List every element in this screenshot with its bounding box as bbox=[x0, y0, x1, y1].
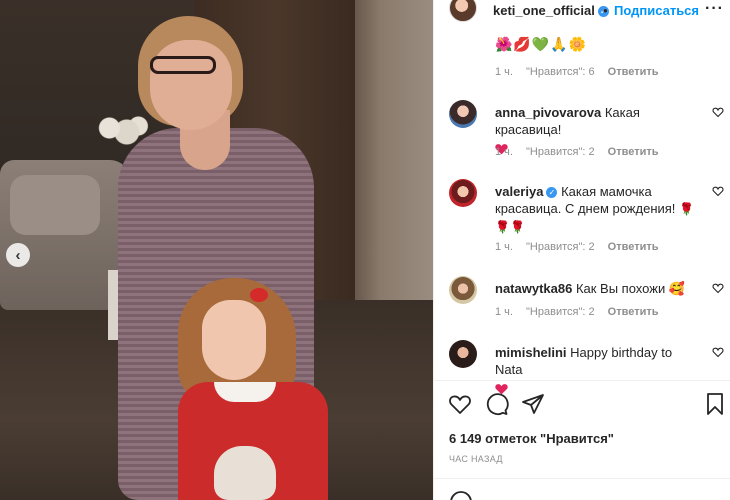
comment-reply-button[interactable]: Ответить bbox=[608, 306, 659, 318]
comment-reply-button[interactable]: Ответить bbox=[608, 241, 659, 253]
comment-likes[interactable]: "Нравится": 2 bbox=[526, 146, 595, 158]
header-separator: • bbox=[603, 3, 608, 18]
heart-icon[interactable] bbox=[712, 106, 724, 118]
comments-list[interactable]: 🌺💋💚🙏🌼 1 ч. "Нравится": 6 Ответить anna_p… bbox=[434, 28, 730, 394]
photo-girl-bow bbox=[250, 288, 268, 302]
commenter-username[interactable]: valeriya bbox=[495, 184, 543, 199]
comment-likes[interactable]: "Нравится": 2 bbox=[526, 306, 595, 318]
caption-reply-button[interactable]: Ответить bbox=[608, 66, 659, 78]
comment-meta: 1 ч. "Нравится": 2 Ответить bbox=[495, 146, 669, 158]
heart-icon[interactable] bbox=[712, 282, 724, 294]
photo-woman-face bbox=[150, 40, 232, 130]
comment-time[interactable]: 1 ч. bbox=[495, 306, 513, 318]
share-icon[interactable] bbox=[521, 392, 545, 416]
post-sidebar: keti_one_official ✓ • Подписаться ··· 🌺💋💚… bbox=[433, 0, 730, 500]
author-username[interactable]: keti_one_official ✓ bbox=[493, 3, 609, 18]
emoji-icon[interactable] bbox=[449, 490, 473, 500]
caption-likes[interactable]: "Нравится": 6 bbox=[526, 66, 595, 78]
comment-likes[interactable]: "Нравится": 2 bbox=[526, 241, 595, 253]
comment-time[interactable]: 1 ч. bbox=[495, 146, 513, 158]
comment-time[interactable]: 1 ч. bbox=[495, 241, 513, 253]
commenter-avatar[interactable] bbox=[449, 179, 477, 207]
heart-icon[interactable] bbox=[712, 185, 724, 197]
comment-icon[interactable] bbox=[485, 392, 509, 416]
caption-emojis: 🌺💋💚🙏🌼 bbox=[495, 36, 588, 52]
post-header: keti_one_official ✓ • Подписаться ··· bbox=[434, 0, 730, 22]
likes-count[interactable]: 6 149 отметок "Нравится" bbox=[449, 431, 614, 446]
commenter-avatar[interactable] bbox=[449, 276, 477, 304]
bookmark-icon[interactable] bbox=[703, 392, 727, 416]
commenter-username[interactable]: natawytka86 bbox=[495, 281, 572, 296]
commenter-username[interactable]: mimishelini bbox=[495, 345, 567, 360]
comment-meta: 1 ч. "Нравится": 2 Ответить bbox=[495, 241, 669, 253]
photo-glasses bbox=[150, 56, 216, 74]
caption-time[interactable]: 1 ч. bbox=[495, 66, 513, 78]
post-photo[interactable]: ‹ bbox=[0, 0, 433, 500]
smiling-heart-eyes-emoji: 🥰 bbox=[668, 281, 686, 296]
verified-icon: ✓ bbox=[546, 187, 558, 199]
comment-reply-button[interactable]: Ответить bbox=[608, 146, 659, 158]
post-actions bbox=[434, 390, 730, 418]
divider bbox=[434, 380, 730, 381]
caption-meta: 1 ч. "Нравится": 6 Ответить bbox=[495, 66, 669, 78]
comment-body: valeriya ✓ Какая мамочка красавица. С дне… bbox=[495, 183, 700, 236]
carousel-prev-button[interactable]: ‹ bbox=[6, 243, 30, 267]
commenter-avatar[interactable] bbox=[449, 100, 477, 128]
more-icon[interactable]: ··· bbox=[705, 0, 724, 18]
comment-meta: 1 ч. "Нравится": 2 Ответить bbox=[495, 306, 669, 318]
divider bbox=[434, 478, 730, 479]
author-username-text[interactable]: keti_one_official bbox=[493, 3, 595, 18]
chevron-left-icon: ‹ bbox=[15, 246, 21, 264]
heart-icon[interactable] bbox=[448, 392, 472, 416]
heart-icon[interactable] bbox=[712, 346, 724, 358]
comment-body: natawytka86 Как Вы похожи 🥰 bbox=[495, 280, 700, 297]
comment-text: Как Вы похожи bbox=[575, 281, 666, 296]
commenter-avatar[interactable] bbox=[449, 340, 477, 368]
post-time[interactable]: ЧАС НАЗАД bbox=[449, 454, 503, 464]
follow-button[interactable]: Подписаться bbox=[614, 3, 699, 18]
author-avatar[interactable] bbox=[449, 0, 477, 22]
photo-sofa-cushion bbox=[10, 175, 100, 235]
photo-dog bbox=[214, 446, 276, 500]
commenter-username[interactable]: anna_pivovarova bbox=[495, 105, 601, 120]
photo-girl-face bbox=[202, 300, 266, 380]
comment-body: mimishelini Happy birthday to Nata bbox=[495, 344, 700, 395]
